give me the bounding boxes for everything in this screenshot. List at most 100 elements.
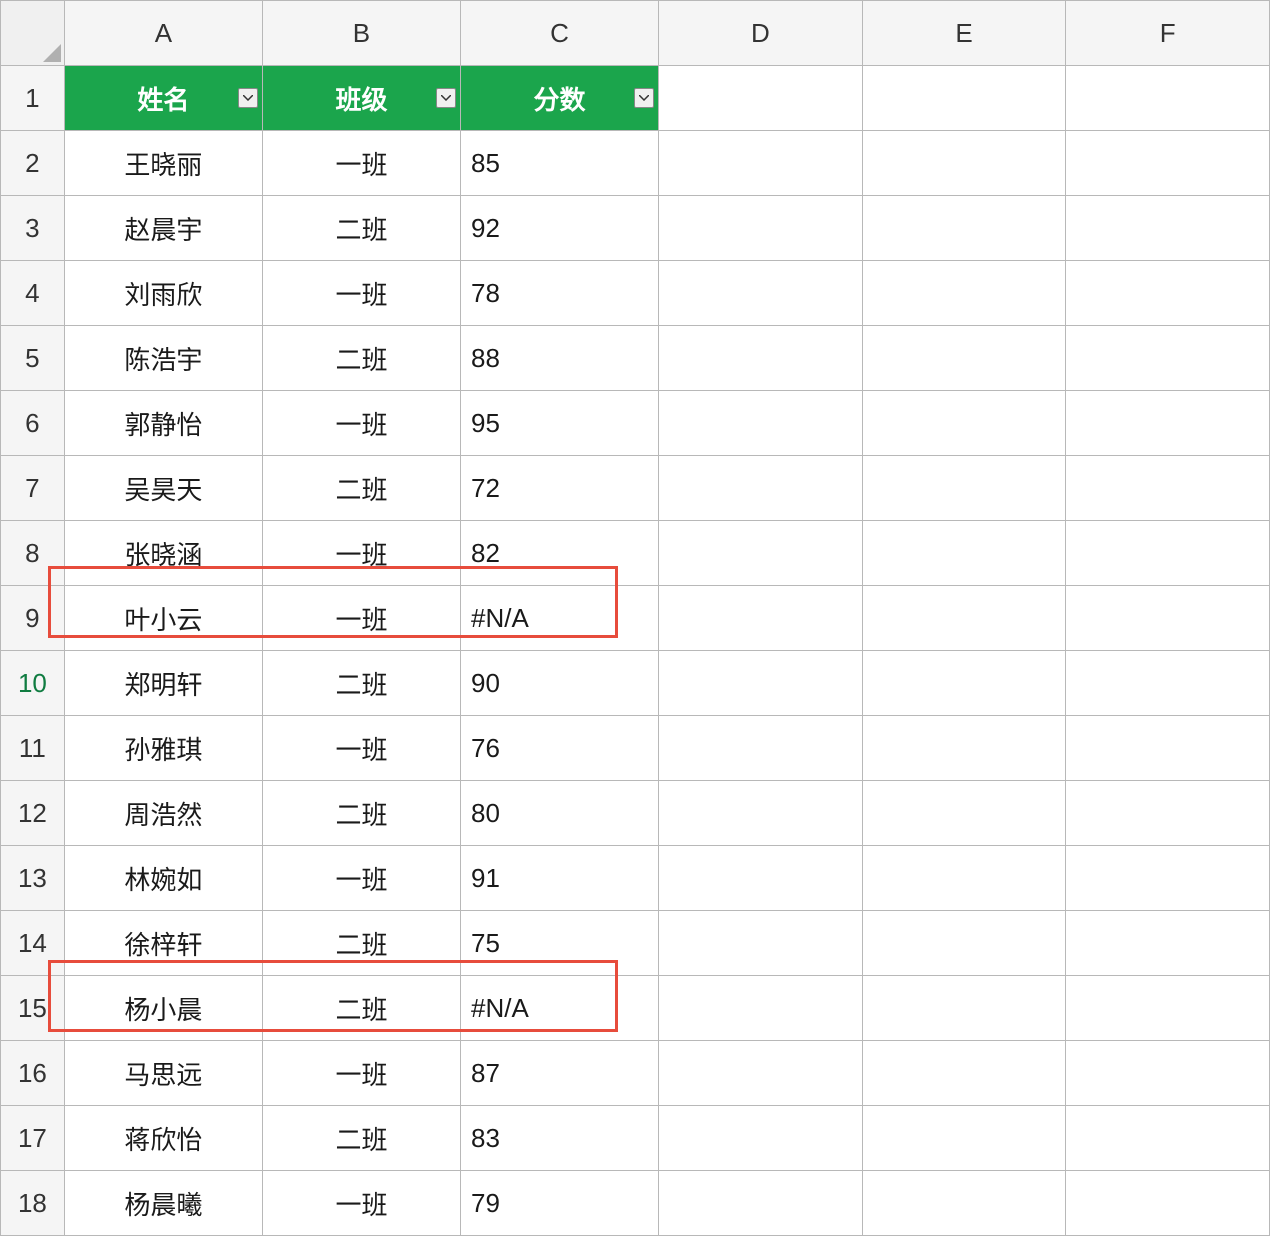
cell-B5[interactable]: 二班	[262, 326, 460, 391]
cell-E17[interactable]	[862, 1106, 1066, 1171]
row-header-16[interactable]: 16	[1, 1041, 65, 1106]
cell-D5[interactable]	[659, 326, 863, 391]
cell-A3[interactable]: 赵晨宇	[64, 196, 262, 261]
cell-C17[interactable]: 83	[461, 1106, 659, 1171]
cell-C2[interactable]: 85	[461, 131, 659, 196]
cell-D1[interactable]	[659, 66, 863, 131]
cell-C16[interactable]: 87	[461, 1041, 659, 1106]
cell-E1[interactable]	[862, 66, 1066, 131]
row-header-9[interactable]: 9	[1, 586, 65, 651]
cell-C10[interactable]: 90	[461, 651, 659, 716]
col-header-A[interactable]: A	[64, 1, 262, 66]
cell-F14[interactable]	[1066, 911, 1270, 976]
cell-A4[interactable]: 刘雨欣	[64, 261, 262, 326]
cell-F2[interactable]	[1066, 131, 1270, 196]
cell-E15[interactable]	[862, 976, 1066, 1041]
cell-E10[interactable]	[862, 651, 1066, 716]
cell-C11[interactable]: 76	[461, 716, 659, 781]
filter-button-class[interactable]	[436, 88, 456, 108]
cell-A6[interactable]: 郭静怡	[64, 391, 262, 456]
cell-F10[interactable]	[1066, 651, 1270, 716]
cell-C8[interactable]: 82	[461, 521, 659, 586]
cell-B7[interactable]: 二班	[262, 456, 460, 521]
cell-D7[interactable]	[659, 456, 863, 521]
cell-A16[interactable]: 马思远	[64, 1041, 262, 1106]
row-header-7[interactable]: 7	[1, 456, 65, 521]
cell-D12[interactable]	[659, 781, 863, 846]
cell-A9[interactable]: 叶小云	[64, 586, 262, 651]
col-header-B[interactable]: B	[262, 1, 460, 66]
cell-E11[interactable]	[862, 716, 1066, 781]
cell-B11[interactable]: 一班	[262, 716, 460, 781]
cell-D8[interactable]	[659, 521, 863, 586]
cell-A5[interactable]: 陈浩宇	[64, 326, 262, 391]
cell-A12[interactable]: 周浩然	[64, 781, 262, 846]
cell-E6[interactable]	[862, 391, 1066, 456]
cell-F18[interactable]	[1066, 1171, 1270, 1236]
cell-F5[interactable]	[1066, 326, 1270, 391]
row-header-5[interactable]: 5	[1, 326, 65, 391]
cell-F13[interactable]	[1066, 846, 1270, 911]
cell-E8[interactable]	[862, 521, 1066, 586]
cell-C5[interactable]: 88	[461, 326, 659, 391]
cell-E5[interactable]	[862, 326, 1066, 391]
row-header-13[interactable]: 13	[1, 846, 65, 911]
cell-A14[interactable]: 徐梓轩	[64, 911, 262, 976]
filter-button-score[interactable]	[634, 88, 654, 108]
cell-F17[interactable]	[1066, 1106, 1270, 1171]
cell-C12[interactable]: 80	[461, 781, 659, 846]
cell-B4[interactable]: 一班	[262, 261, 460, 326]
cell-B13[interactable]: 一班	[262, 846, 460, 911]
cell-F15[interactable]	[1066, 976, 1270, 1041]
cell-D3[interactable]	[659, 196, 863, 261]
cell-F4[interactable]	[1066, 261, 1270, 326]
select-all-corner[interactable]	[1, 1, 65, 66]
row-header-18[interactable]: 18	[1, 1171, 65, 1236]
cell-A7[interactable]: 吴昊天	[64, 456, 262, 521]
cell-D6[interactable]	[659, 391, 863, 456]
row-header-12[interactable]: 12	[1, 781, 65, 846]
cell-D9[interactable]	[659, 586, 863, 651]
filter-button-name[interactable]	[238, 88, 258, 108]
row-header-8[interactable]: 8	[1, 521, 65, 586]
cell-F16[interactable]	[1066, 1041, 1270, 1106]
cell-F9[interactable]	[1066, 586, 1270, 651]
cell-F8[interactable]	[1066, 521, 1270, 586]
cell-F12[interactable]	[1066, 781, 1270, 846]
cell-B15[interactable]: 二班	[262, 976, 460, 1041]
cell-E9[interactable]	[862, 586, 1066, 651]
cell-E3[interactable]	[862, 196, 1066, 261]
cell-D18[interactable]	[659, 1171, 863, 1236]
cell-A17[interactable]: 蒋欣怡	[64, 1106, 262, 1171]
cell-E7[interactable]	[862, 456, 1066, 521]
cell-B6[interactable]: 一班	[262, 391, 460, 456]
cell-A11[interactable]: 孙雅琪	[64, 716, 262, 781]
cell-F3[interactable]	[1066, 196, 1270, 261]
cell-C18[interactable]: 79	[461, 1171, 659, 1236]
cell-E12[interactable]	[862, 781, 1066, 846]
cell-B2[interactable]: 一班	[262, 131, 460, 196]
cell-A8[interactable]: 张晓涵	[64, 521, 262, 586]
header-name-cell[interactable]: 姓名	[64, 66, 262, 131]
cell-B17[interactable]: 二班	[262, 1106, 460, 1171]
cell-C13[interactable]: 91	[461, 846, 659, 911]
cell-F7[interactable]	[1066, 456, 1270, 521]
cell-D13[interactable]	[659, 846, 863, 911]
cell-C4[interactable]: 78	[461, 261, 659, 326]
cell-C9[interactable]: #N/A	[461, 586, 659, 651]
col-header-E[interactable]: E	[862, 1, 1066, 66]
cell-D16[interactable]	[659, 1041, 863, 1106]
cell-F1[interactable]	[1066, 66, 1270, 131]
row-header-1[interactable]: 1	[1, 66, 65, 131]
cell-C6[interactable]: 95	[461, 391, 659, 456]
row-header-6[interactable]: 6	[1, 391, 65, 456]
cell-E14[interactable]	[862, 911, 1066, 976]
cell-E16[interactable]	[862, 1041, 1066, 1106]
col-header-F[interactable]: F	[1066, 1, 1270, 66]
row-header-4[interactable]: 4	[1, 261, 65, 326]
cell-B14[interactable]: 二班	[262, 911, 460, 976]
cell-B16[interactable]: 一班	[262, 1041, 460, 1106]
cell-E18[interactable]	[862, 1171, 1066, 1236]
cell-B10[interactable]: 二班	[262, 651, 460, 716]
cell-D4[interactable]	[659, 261, 863, 326]
